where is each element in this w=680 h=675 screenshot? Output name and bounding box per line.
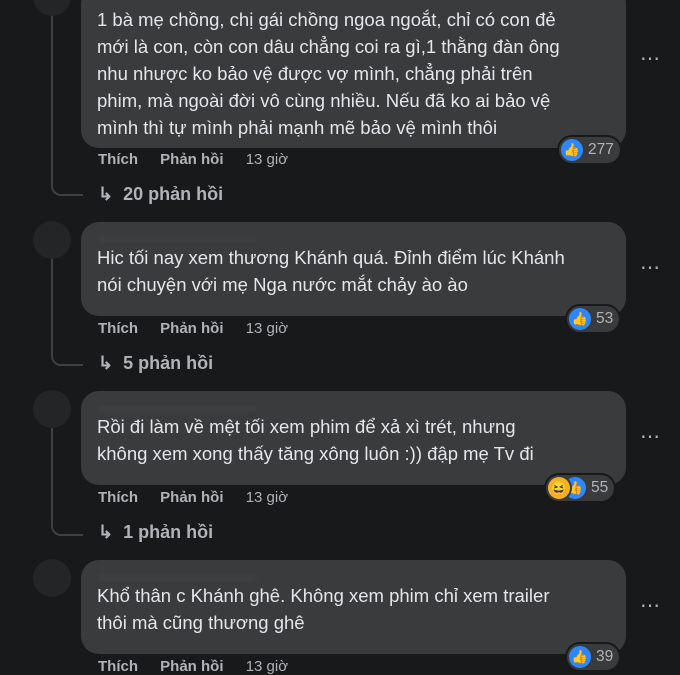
- comment-text: 1 bà mẹ chồng, chị gái chồng ngoa ngoắt,…: [97, 9, 560, 138]
- reaction-summary[interactable]: 😆 👍 55: [546, 475, 615, 501]
- avatar[interactable]: [33, 221, 71, 259]
- comment-timestamp[interactable]: 13 giờ: [246, 320, 288, 337]
- comment-text: Rồi đi làm về mệt tối xem phim để xả xì …: [97, 416, 534, 464]
- reaction-count: 55: [591, 479, 609, 496]
- thread-elbow: [51, 170, 83, 196]
- avatar[interactable]: [33, 0, 71, 16]
- replies-count-label: 20 phản hồi: [123, 184, 224, 204]
- view-replies-link[interactable]: ↳ 5 phản hồi: [98, 353, 213, 374]
- comment-actions: Thích Phản hồi 13 giờ: [98, 658, 288, 675]
- thread-elbow: [51, 510, 83, 536]
- like-button[interactable]: Thích: [98, 658, 138, 675]
- reaction-summary[interactable]: 👍 53: [567, 306, 620, 332]
- like-button[interactable]: Thích: [98, 320, 138, 337]
- comment-actions: Thích Phản hồi 13 giờ: [98, 151, 288, 168]
- avatar[interactable]: [33, 390, 71, 428]
- comment-text: Hic tối nay xem thương Khánh quá. Đỉnh đ…: [97, 247, 565, 295]
- reply-arrow-icon: ↳: [98, 522, 114, 542]
- comment-bubble: Hic tối nay xem thương Khánh quá. Đỉnh đ…: [81, 222, 626, 316]
- reaction-count: 39: [596, 648, 614, 665]
- like-button[interactable]: Thích: [98, 489, 138, 506]
- haha-reaction-icon: 😆: [548, 477, 570, 499]
- thread-elbow: [51, 340, 83, 366]
- replies-count-label: 1 phản hồi: [123, 522, 214, 542]
- reply-button[interactable]: Phản hồi: [160, 489, 223, 506]
- comment-bubble: 1 bà mẹ chồng, chị gái chồng ngoa ngoắt,…: [81, 0, 626, 148]
- reply-arrow-icon: ↳: [98, 184, 114, 204]
- comment-author[interactable]: [97, 230, 610, 244]
- comment-actions: Thích Phản hồi 13 giờ: [98, 320, 288, 337]
- thread-line: [51, 0, 53, 180]
- thread-line: [51, 258, 53, 350]
- view-replies-link[interactable]: ↳ 20 phản hồi: [98, 184, 223, 205]
- comment-timestamp[interactable]: 13 giờ: [246, 489, 288, 506]
- comment-actions: Thích Phản hồi 13 giờ: [98, 489, 288, 506]
- reaction-summary[interactable]: 👍 277: [559, 137, 620, 163]
- like-reaction-icon: 👍: [569, 308, 591, 330]
- reply-arrow-icon: ↳: [98, 353, 114, 373]
- comment-bubble: Khổ thân c Khánh ghê. Không xem phim chỉ…: [81, 560, 626, 654]
- comment-bubble: Rồi đi làm về mệt tối xem phim để xả xì …: [81, 391, 626, 485]
- more-options-icon[interactable]: ⋯: [640, 46, 661, 71]
- more-options-icon[interactable]: ⋯: [640, 593, 661, 618]
- like-button[interactable]: Thích: [98, 151, 138, 168]
- like-reaction-icon: 👍: [569, 646, 591, 668]
- comment-author[interactable]: [97, 568, 610, 582]
- more-options-icon[interactable]: ⋯: [640, 255, 661, 280]
- comment-timestamp[interactable]: 13 giờ: [246, 658, 288, 675]
- replies-count-label: 5 phản hồi: [123, 353, 214, 373]
- reaction-count: 277: [588, 141, 614, 158]
- reaction-summary[interactable]: 👍 39: [567, 644, 620, 670]
- comment-timestamp[interactable]: 13 giờ: [246, 151, 288, 168]
- reply-button[interactable]: Phản hồi: [160, 151, 223, 168]
- reply-button[interactable]: Phản hồi: [160, 320, 223, 337]
- view-replies-link[interactable]: ↳ 1 phản hồi: [98, 522, 213, 543]
- thread-line: [51, 428, 53, 520]
- like-reaction-icon: 👍: [561, 139, 583, 161]
- reply-button[interactable]: Phản hồi: [160, 658, 223, 675]
- avatar[interactable]: [33, 559, 71, 597]
- comment-author[interactable]: [97, 399, 610, 413]
- more-options-icon[interactable]: ⋯: [640, 424, 661, 449]
- comment-text: Khổ thân c Khánh ghê. Không xem phim chỉ…: [97, 585, 550, 633]
- reaction-count: 53: [596, 310, 614, 327]
